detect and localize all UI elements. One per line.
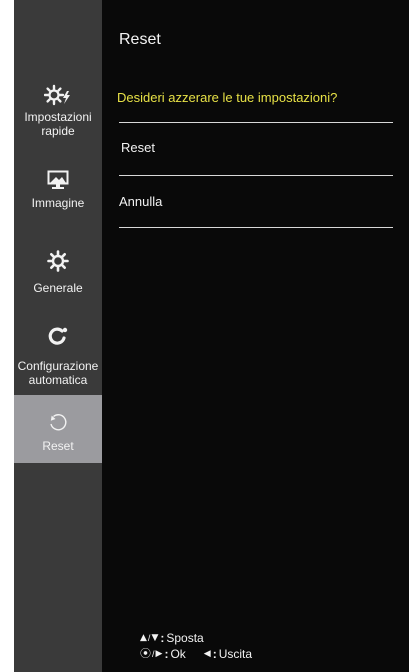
reset-icon	[50, 414, 67, 431]
auto-config-icon	[48, 327, 68, 345]
sidebar-item-label-line2: automatica	[28, 373, 88, 387]
annulla-option-button[interactable]: Annulla	[119, 176, 393, 228]
sidebar-item-label: Generale	[33, 281, 83, 295]
osd-menu: Impostazioni rapide Immagine Generale Co…	[14, 0, 409, 672]
joystick-press-icon: ⦿	[140, 647, 151, 660]
right-arrow-icon: ▶	[155, 649, 163, 659]
slash-separator: /	[147, 633, 151, 643]
page-title: Reset	[119, 31, 161, 48]
move-hint: ▲ / ▼ : Sposta	[140, 630, 252, 646]
sidebar-item-configurazione-automatica[interactable]: Configurazione automatica	[14, 325, 102, 391]
sidebar-item-generale[interactable]: Generale	[14, 250, 102, 300]
colon: :	[164, 647, 169, 661]
key-guide: ▲ / ▼ : Sposta ⦿ / ▶ : Ok ◀ : Uscita	[140, 630, 252, 662]
left-arrow-icon: ◀	[203, 649, 211, 659]
up-arrow-icon: ▲	[140, 633, 147, 643]
slash-separator: /	[152, 649, 155, 659]
sidebar-item-label-line2: rapide	[41, 124, 75, 138]
sidebar-item-label: Immagine	[31, 196, 85, 210]
sidebar-item-reset[interactable]: Reset	[14, 395, 102, 463]
sidebar: Impostazioni rapide Immagine Generale Co…	[14, 0, 102, 672]
sidebar-item-immagine[interactable]: Immagine	[14, 170, 102, 220]
sidebar-item-label: Reset	[42, 439, 74, 453]
ok-exit-hint: ⦿ / ▶ : Ok ◀ : Uscita	[140, 646, 252, 662]
gear-bolt-icon	[44, 84, 70, 106]
colon: :	[160, 631, 165, 645]
main-panel: Reset Desideri azzerare le tue impostazi…	[102, 0, 409, 672]
reset-question: Desideri azzerare le tue impostazioni?	[117, 90, 338, 105]
colon: :	[212, 647, 217, 661]
divider	[119, 227, 393, 228]
down-arrow-icon: ▼	[151, 633, 159, 643]
sidebar-item-label: Impostazioni	[24, 110, 92, 124]
gear-icon	[47, 250, 69, 272]
exit-label: Uscita	[218, 647, 253, 661]
sidebar-item-impostazioni-rapide[interactable]: Impostazioni rapide	[14, 84, 102, 154]
picture-icon	[47, 170, 69, 189]
ok-label: Ok	[170, 647, 186, 661]
reset-option-button[interactable]: Reset	[119, 123, 393, 175]
option-label: Reset	[121, 140, 155, 155]
sidebar-item-label: Configurazione	[17, 359, 99, 373]
move-label: Sposta	[166, 631, 204, 645]
option-label: Annulla	[119, 194, 163, 209]
